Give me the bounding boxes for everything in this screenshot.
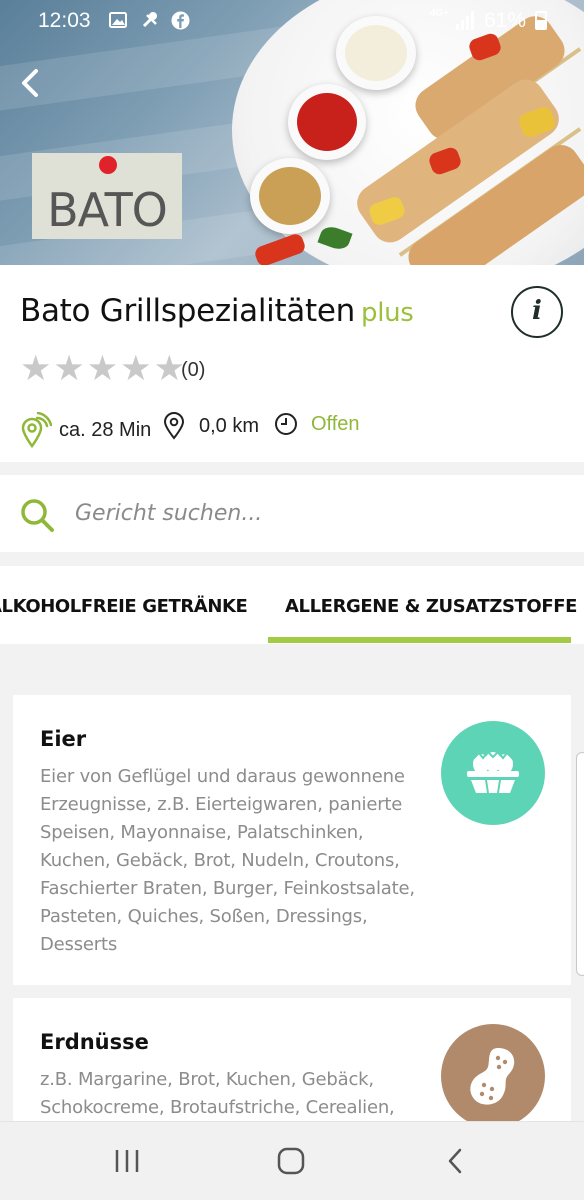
delivery-time: ca. 28 Min bbox=[20, 412, 151, 448]
location-pin-icon bbox=[163, 412, 185, 440]
star-icon: ★ bbox=[86, 349, 119, 388]
active-tab-indicator bbox=[268, 637, 571, 643]
rating-stars: ★ ★ ★ ★ ★ bbox=[20, 349, 185, 388]
tab-alkoholfreie-getraenke[interactable]: ALKOHOLFREIE GETRÄNKE bbox=[0, 596, 248, 617]
distance: 0,0 km bbox=[163, 412, 259, 440]
signal-icon bbox=[456, 10, 474, 30]
allergen-name: Eier bbox=[40, 727, 87, 751]
battery-icon bbox=[535, 11, 547, 30]
status-bar: 12:03 4G+ 61% bbox=[0, 0, 584, 42]
allergen-badge bbox=[441, 1024, 545, 1128]
restaurant-header-image: 12:03 4G+ 61% BATO bbox=[0, 0, 584, 265]
clock: 12:03 bbox=[38, 9, 91, 32]
star-icon: ★ bbox=[120, 349, 152, 388]
back-button[interactable] bbox=[16, 66, 46, 100]
home-button[interactable] bbox=[273, 1144, 309, 1178]
home-icon bbox=[277, 1147, 305, 1175]
allergen-badge bbox=[441, 721, 545, 825]
plus-badge: plus bbox=[360, 298, 414, 328]
recent-apps-icon bbox=[115, 1150, 139, 1172]
category-tabs: ALKOHOLFREIE GETRÄNKE ALLERGENE & ZUSATZ… bbox=[0, 566, 584, 644]
back-icon bbox=[448, 1148, 462, 1174]
chevron-left-icon bbox=[22, 69, 38, 97]
tools-icon bbox=[140, 10, 160, 30]
scroll-indicator[interactable] bbox=[576, 752, 584, 976]
restaurant-name: Bato Grillspezialitäten plus bbox=[20, 293, 414, 329]
tab-allergene-zusatzstoffe[interactable]: ALLERGENE & ZUSATZSTOFFE bbox=[285, 596, 577, 617]
network-type: 4G+ bbox=[430, 8, 450, 19]
info-button[interactable]: i bbox=[511, 286, 563, 338]
peanut-icon bbox=[470, 1048, 515, 1105]
facebook-icon bbox=[170, 10, 190, 30]
allergen-name: Erdnüsse bbox=[40, 1030, 149, 1054]
star-icon: ★ bbox=[20, 349, 52, 388]
eggs-icon bbox=[467, 751, 519, 794]
star-icon: ★ bbox=[53, 349, 85, 388]
nav-back-button[interactable] bbox=[437, 1144, 473, 1178]
dish-search-bar[interactable] bbox=[0, 475, 584, 552]
delivery-location-icon bbox=[21, 412, 52, 448]
restaurant-info-card: Bato Grillspezialitäten plus i ★ ★ ★ ★ ★ (0) … bbox=[0, 265, 584, 462]
clock-icon bbox=[275, 413, 297, 435]
allergen-description: z.B. Margarine, Brot, Kuchen, Gebäck, Sc… bbox=[40, 1069, 395, 1118]
allergen-description: Eier von Geflügel und daraus gewonnene E… bbox=[40, 766, 415, 955]
search-icon bbox=[21, 499, 54, 532]
opening-status: Offen bbox=[274, 412, 360, 436]
search-input[interactable] bbox=[75, 501, 555, 526]
allergen-card: Eier Eier von Geflügel und daraus gewonn… bbox=[13, 695, 571, 985]
recent-apps-button[interactable] bbox=[109, 1144, 145, 1178]
battery-percent: 61% bbox=[484, 9, 527, 32]
restaurant-logo: BATO bbox=[32, 153, 182, 239]
image-icon bbox=[108, 10, 128, 30]
rating-count: (0) bbox=[181, 359, 206, 381]
system-navigation-bar bbox=[0, 1121, 584, 1200]
